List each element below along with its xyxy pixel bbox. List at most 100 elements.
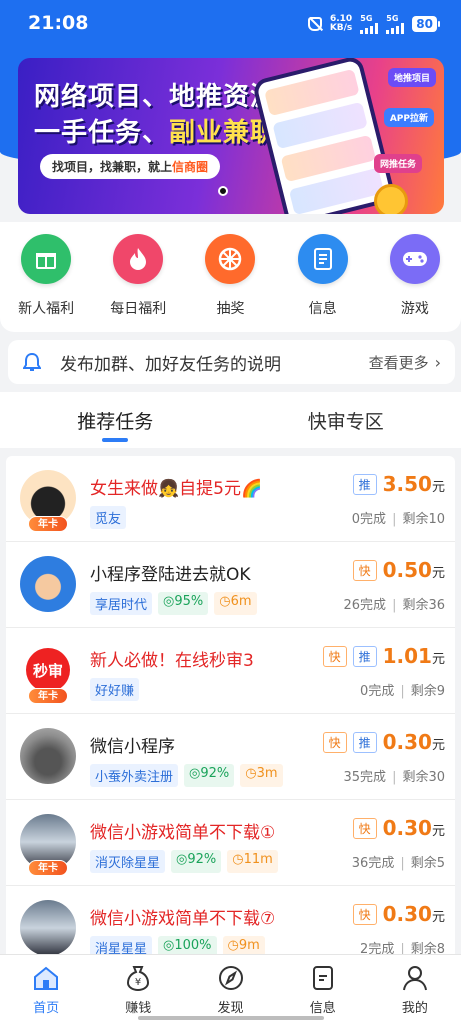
price-value: 3.50 <box>382 472 432 496</box>
merchant-tag: 消星星星 <box>90 936 153 956</box>
shortcut-lottery[interactable]: 抽奖 <box>190 234 270 332</box>
check-circle-icon: ◎ <box>163 938 175 953</box>
shortcut-label: 抽奖 <box>216 301 245 317</box>
merchant-tag: 小蚕外卖注册 <box>90 764 179 787</box>
banner-tag: APP拉新 <box>383 108 434 127</box>
price-unit: 元 <box>431 910 445 925</box>
task-row[interactable]: 年卡 女生来做👧自提5元🌈 觅友 推 3.50元 0完成 | 剩余10 <box>6 456 455 542</box>
task-row[interactable]: 微信小程序 小蚕外卖注册 ◎92% ◷3m 快 推 0.30元 35完成 | 剩余3… <box>6 714 455 800</box>
bottom-nav: 首页 ¥ 赚钱 发现 信息 我的 <box>0 954 461 1024</box>
fast-mark: 快 <box>352 903 377 925</box>
task-price: 1.01元 <box>383 644 445 668</box>
nav-earn[interactable]: ¥ 赚钱 <box>92 955 184 1024</box>
task-stats: 0完成 | 剩余9 <box>360 684 445 699</box>
price-value: 0.30 <box>382 730 432 754</box>
speed-unit: KB/s <box>329 23 353 33</box>
done-count: 0完成 <box>360 684 395 699</box>
banner-headline-1: 网络项目、地推资源 <box>34 82 278 112</box>
nav-profile[interactable]: 我的 <box>369 955 461 1024</box>
merchant-tag: 享居时代 <box>90 592 153 615</box>
task-title: 微信小游戏简单不下载⑦ <box>90 909 276 929</box>
view-more-link[interactable]: 查看更多 <box>369 352 429 373</box>
check-circle-icon: ◎ <box>176 852 188 867</box>
price-unit: 元 <box>431 652 445 667</box>
mute-icon <box>307 17 322 31</box>
rate-value: 92% <box>200 766 230 781</box>
task-price: 3.50元 <box>383 472 445 496</box>
promo-banner[interactable]: 网络项目、地推资源 一手任务、副业兼职 找项目，找兼职，就上信商圈 地推项目 A… <box>18 58 444 214</box>
merchant-tag: 好好赚 <box>90 678 140 701</box>
document-icon <box>297 234 348 284</box>
notice-text: 发布加群、加好友任务的说明 <box>60 354 281 375</box>
coin-illustration <box>374 184 408 214</box>
nav-label: 我的 <box>401 1001 428 1016</box>
clock-icon: ◷ <box>227 938 239 953</box>
nav-messages[interactable]: 信息 <box>277 955 369 1024</box>
nav-discover[interactable]: 发现 <box>184 955 276 1024</box>
signal-icon: 5G <box>360 14 379 34</box>
gamepad-icon <box>389 234 440 284</box>
tab-fast-review[interactable]: 快审专区 <box>231 392 461 448</box>
banner-slogan-a: 找项目，找兼职，就上 <box>52 160 173 174</box>
task-title: 女生来做👧自提5元🌈 <box>90 479 263 499</box>
task-row[interactable]: 微信小游戏简单不下载⑦ 消星星星 ◎100% ◷9m 快 0.30元 2完成 | 剩… <box>6 886 455 956</box>
shortcut-games[interactable]: 游戏 <box>375 234 455 332</box>
task-stats: 0完成 | 剩余10 <box>351 512 445 527</box>
shortcut-info[interactable]: 信息 <box>283 234 363 332</box>
home-indicator <box>138 1016 324 1020</box>
check-circle-icon: ◎ <box>163 594 175 609</box>
fast-mark: 快 <box>352 559 377 581</box>
flame-icon <box>113 234 164 284</box>
status-time: 21:08 <box>28 12 89 34</box>
task-stats: 36完成 | 剩余5 <box>351 856 445 871</box>
nav-label: 首页 <box>33 1001 60 1016</box>
task-list: 年卡 女生来做👧自提5元🌈 觅友 推 3.50元 0完成 | 剩余10 小程序登陆进… <box>6 456 455 956</box>
remaining-count: 剩余30 <box>402 770 445 785</box>
gift-icon <box>21 234 72 284</box>
notice-bar[interactable]: 发布加群、加好友任务的说明 查看更多 › <box>8 340 455 384</box>
recommend-mark: 推 <box>352 645 377 667</box>
avatar <box>20 556 76 612</box>
nav-home[interactable]: 首页 <box>0 955 92 1024</box>
tab-recommended[interactable]: 推荐任务 <box>0 392 231 448</box>
task-price: 0.30元 <box>383 816 445 840</box>
phone-illustration <box>251 58 397 214</box>
avg-time: ◷11m <box>227 850 278 873</box>
wheel-icon <box>205 234 256 284</box>
task-title: 微信小程序 <box>90 737 175 757</box>
avatar <box>20 728 76 784</box>
shortcut-row: 新人福利 每日福利 抽奖 信息 游戏 <box>0 222 461 332</box>
time-value: 11m <box>243 852 273 867</box>
task-title: 新人必做！在线秒审3 <box>90 651 254 671</box>
shortcut-newbie[interactable]: 新人福利 <box>6 234 86 332</box>
task-price: 0.30元 <box>383 730 445 754</box>
chevron-right-icon: › <box>434 352 441 372</box>
signal-label-2: 5G <box>386 14 399 23</box>
task-row[interactable]: 年卡 微信小游戏简单不下载① 消灭除星星 ◎92% ◷11m 快 0.30元 3… <box>6 800 455 886</box>
year-card-badge: 年卡 <box>28 688 68 704</box>
banner-headline-2a: 一手任务、 <box>34 118 170 148</box>
time-value: 3m <box>256 766 278 781</box>
avg-time: ◷3m <box>240 764 283 787</box>
task-title: 微信小游戏简单不下载① <box>90 823 276 843</box>
approval-rate: ◎92% <box>184 764 235 787</box>
clock-icon: ◷ <box>232 852 244 867</box>
task-row[interactable]: 秒审 年卡 新人必做！在线秒审3 好好赚 快 推 1.01元 0完成 | 剩余9 <box>6 628 455 714</box>
clock-icon: ◷ <box>245 766 257 781</box>
remaining-count: 剩余36 <box>402 598 445 613</box>
tab-label: 快审专区 <box>307 410 384 433</box>
carousel-indicator[interactable] <box>218 186 228 196</box>
done-count: 0完成 <box>351 512 387 527</box>
recommend-mark: 推 <box>352 473 377 495</box>
money-bag-icon: ¥ <box>123 963 153 993</box>
time-value: 6m <box>230 594 252 609</box>
check-circle-icon: ◎ <box>189 766 201 781</box>
merchant-tag: 消灭除星星 <box>90 850 166 873</box>
avatar <box>20 900 76 956</box>
shortcut-daily[interactable]: 每日福利 <box>98 234 178 332</box>
price-unit: 元 <box>431 480 445 495</box>
avatar-text: 秒审 <box>26 648 70 692</box>
task-row[interactable]: 小程序登陆进去就OK 享居时代 ◎95% ◷6m 快 0.50元 26完成 | 剩余… <box>6 542 455 628</box>
approval-rate: ◎92% <box>171 850 222 873</box>
shortcut-label: 信息 <box>308 301 337 317</box>
